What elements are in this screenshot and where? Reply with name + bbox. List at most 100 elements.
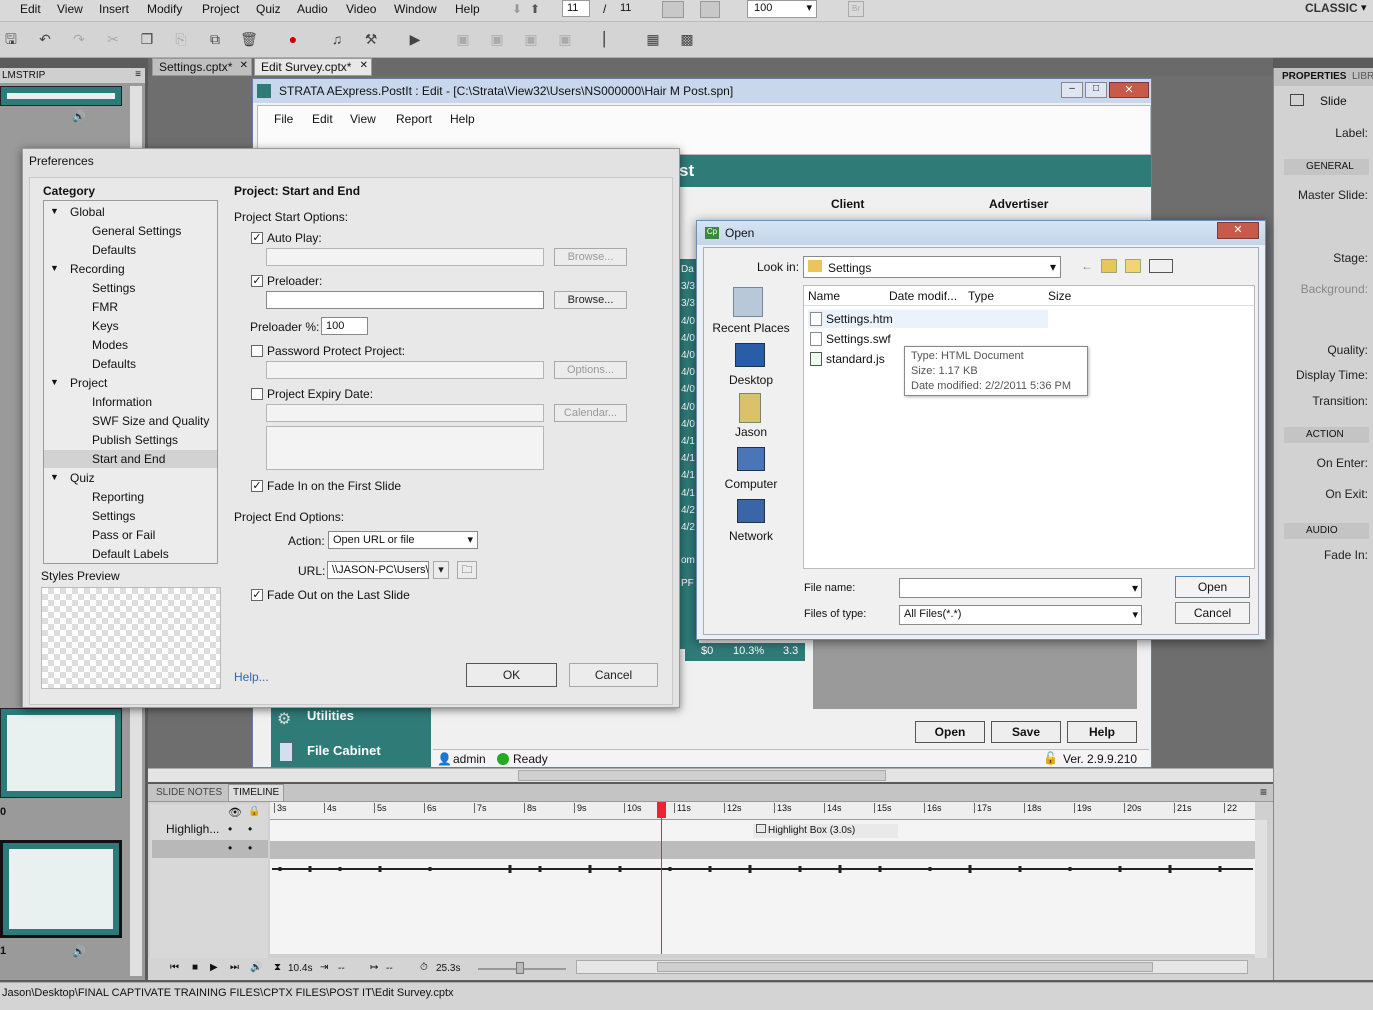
timeline-hscroll[interactable] (576, 960, 1248, 974)
up-folder-icon[interactable] (1101, 259, 1117, 273)
playhead-handle[interactable] (657, 802, 666, 818)
column-name[interactable]: Name (808, 289, 840, 303)
expiry-message-field[interactable] (266, 426, 544, 470)
folder-browse-button[interactable]: 🗀 (457, 561, 477, 579)
menu-file[interactable]: File (274, 112, 293, 126)
play-icon[interactable]: ▶ (210, 962, 218, 973)
tab-properties[interactable]: PROPERTIES (1282, 71, 1346, 82)
view-menu-icon[interactable] (1149, 259, 1173, 273)
category-item[interactable]: Reporting (44, 488, 217, 506)
arrow-down-icon[interactable]: ⬇ (512, 2, 522, 16)
place-label[interactable]: Network (703, 529, 799, 543)
eye-icon[interactable]: 👁 (228, 806, 242, 819)
align-icon[interactable]: ▣ (556, 30, 574, 48)
fade-in-checkbox[interactable]: ✓ (251, 480, 263, 492)
computer-icon[interactable] (737, 447, 765, 471)
cancel-button[interactable]: Cancel (1175, 602, 1250, 624)
category-item[interactable]: Pass or Fail (44, 526, 217, 544)
menu-edit[interactable]: Edit (312, 112, 333, 126)
lock-dot[interactable]: • (248, 822, 252, 836)
align-icon[interactable]: ▣ (488, 30, 506, 48)
panel-menu-icon[interactable]: ≡ (135, 69, 141, 80)
copy-icon[interactable]: ❐ (138, 30, 156, 48)
save-button[interactable]: Save (991, 721, 1061, 743)
menu-report[interactable]: Report (396, 112, 432, 126)
tab-library[interactable]: LIBR (1352, 71, 1373, 82)
password-field[interactable] (266, 361, 544, 379)
preview-icon[interactable]: ▶ (406, 30, 424, 48)
recent-places-icon[interactable] (733, 287, 763, 317)
url-dropdown[interactable]: ▾ (433, 561, 449, 579)
redo-icon[interactable]: ↷ (70, 30, 88, 48)
category-item[interactable]: General Settings (44, 222, 217, 240)
menu-view[interactable]: View (57, 2, 83, 16)
new-folder-icon[interactable] (1125, 259, 1141, 273)
category-item[interactable]: ▼ Quiz (44, 469, 217, 487)
volume-icon[interactable]: 🔊 (250, 962, 262, 973)
category-item[interactable]: Settings (44, 279, 217, 297)
user-folder-icon[interactable] (739, 393, 761, 423)
help-link[interactable]: Help... (234, 670, 269, 684)
align-icon[interactable]: ▣ (522, 30, 540, 48)
time-ruler[interactable]: 3s 4s 5s 6s 7s 8s 9s 10s 11s 12s 13s 14s 15s 16s 17s 18… (270, 802, 1255, 820)
highlight-box-clip[interactable]: Highlight Box (3.0s) (753, 824, 898, 838)
place-label[interactable]: Desktop (703, 373, 799, 387)
scrollbar-thumb[interactable] (657, 962, 1153, 972)
file-row[interactable]: Settings.htm (808, 310, 1048, 328)
category-item[interactable]: ▼ Global (44, 203, 217, 221)
grid-icon[interactable]: ▦ (644, 30, 662, 48)
menu-project[interactable]: Project (202, 2, 239, 16)
minimize-button[interactable]: – (1061, 82, 1083, 98)
network-icon[interactable] (737, 499, 765, 523)
category-item[interactable]: Keys (44, 317, 217, 335)
visibility-dot[interactable]: • (228, 822, 232, 836)
zoom-select[interactable]: 100 ▾ (747, 0, 817, 18)
section-general[interactable]: GENERAL (1284, 159, 1369, 175)
delete-icon[interactable]: 🗑 (240, 30, 258, 48)
slide-thumbnail-selected[interactable] (0, 840, 122, 938)
look-in-select[interactable]: Settings ▾ (803, 256, 1061, 278)
stage-scrollbar[interactable] (148, 768, 1273, 782)
monitor-icon[interactable] (662, 1, 684, 18)
ok-button[interactable]: OK (466, 663, 557, 687)
place-label[interactable]: Computer (703, 477, 799, 491)
preloader-percent-input[interactable]: 100 (321, 317, 368, 335)
arrow-up-icon[interactable]: ⬆ (530, 2, 540, 16)
visibility-dot[interactable]: • (228, 841, 232, 855)
category-item[interactable]: ▼ Recording (44, 260, 217, 278)
desktop-icon[interactable] (735, 343, 765, 367)
close-button[interactable]: ✕ (1109, 82, 1149, 98)
save-icon[interactable]: 🖫 (2, 30, 20, 48)
back-icon[interactable]: ← (1081, 259, 1093, 273)
menu-window[interactable]: Window (394, 2, 437, 16)
menu-insert[interactable]: Insert (99, 2, 129, 16)
category-item[interactable]: FMR (44, 298, 217, 316)
lock-dot[interactable]: • (248, 841, 252, 855)
section-action[interactable]: ACTION (1284, 427, 1369, 443)
align-icon[interactable]: ▣ (454, 30, 472, 48)
tab-timeline[interactable]: TIMELINE (228, 784, 285, 802)
section-audio[interactable]: AUDIO (1284, 523, 1369, 539)
open-button[interactable]: Open (1175, 576, 1250, 598)
column-date[interactable]: Date modif... (889, 289, 957, 303)
cut-icon[interactable]: ✂ (104, 30, 122, 48)
auto-play-checkbox[interactable]: ✓ (251, 232, 263, 244)
category-item[interactable]: Defaults (44, 241, 217, 259)
file-name-input[interactable]: ▾ (899, 578, 1142, 598)
open-button[interactable]: Open (915, 721, 985, 743)
maximize-button[interactable]: □ (1085, 82, 1107, 98)
url-input[interactable]: \\JASON-PC\Users\ (327, 561, 429, 579)
layer-name[interactable]: Highligh... (166, 822, 219, 836)
tools-icon[interactable]: ⚒ (362, 30, 380, 48)
expiry-checkbox[interactable] (251, 388, 263, 400)
preloader-field[interactable] (266, 291, 544, 309)
forward-icon[interactable]: ⏭ (230, 962, 239, 973)
audio-icon[interactable]: ♫ (328, 30, 346, 48)
category-item[interactable]: Publish Settings (44, 431, 217, 449)
chevron-down-icon[interactable]: ▾ (1361, 1, 1367, 14)
align-left-icon[interactable]: ▏ (600, 30, 618, 48)
menu-help[interactable]: Help (455, 2, 480, 16)
rewind-icon[interactable]: ⏮ (170, 962, 179, 973)
audio-waveform[interactable] (270, 862, 1255, 876)
preloader-checkbox[interactable]: ✓ (251, 275, 263, 287)
